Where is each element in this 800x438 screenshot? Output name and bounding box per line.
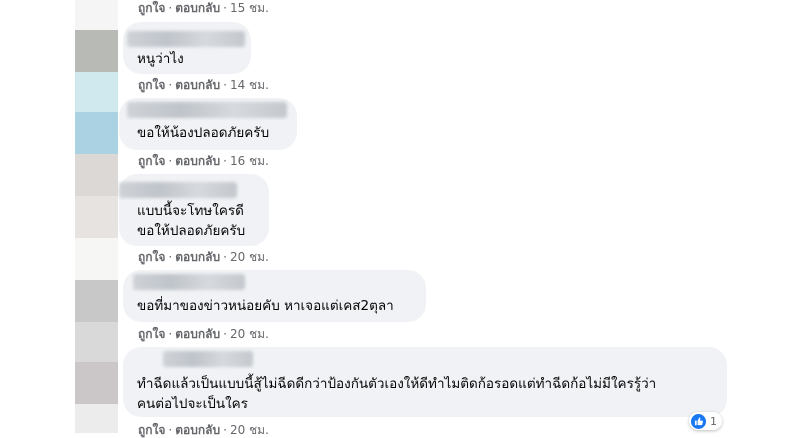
comment-text: ขอให้ปลอดภัยครับ <box>137 223 246 239</box>
reply-link[interactable]: ตอบกลับ <box>175 250 220 264</box>
comment-time[interactable]: 20 ชม. <box>230 250 269 264</box>
comment-time[interactable]: 20 ชม. <box>230 423 269 437</box>
like-link[interactable]: ถูกใจ <box>138 250 165 264</box>
commenter-name[interactable] <box>133 274 245 290</box>
comment-meta: ถูกใจ · ตอบกลับ · 14 ชม. <box>138 78 269 92</box>
avatar-column <box>75 0 118 433</box>
commenter-name[interactable] <box>127 102 287 118</box>
comment-bubble: ทำฉีดแล้วเป็นแบบนี้สู้ไม่ฉีดดีกว่าป้องกั… <box>123 347 727 417</box>
comment-bubble: แบบนี้จะโทษใครดี ขอให้ปลอดภัยครับ <box>119 174 269 246</box>
comment-text: แบบนี้จะโทษใครดี <box>137 203 244 219</box>
reply-link[interactable]: ตอบกลับ <box>175 423 220 437</box>
comment-time[interactable]: 20 ชม. <box>230 327 269 341</box>
comment-text: ขอที่มาของข่าวหน่อยคับ หาเจอแต่เคส2ตุลา <box>137 298 394 314</box>
comment-meta: ถูกใจ · ตอบกลับ · 16 ชม. <box>138 154 269 168</box>
like-link[interactable]: ถูกใจ <box>138 78 165 92</box>
comment-meta: ถูกใจ · ตอบกลับ · 20 ชม. <box>138 423 269 437</box>
commenter-name[interactable] <box>127 31 245 47</box>
comment-meta: ถูกใจ · ตอบกลับ · 20 ชม. <box>138 327 269 341</box>
comment-text: ทำฉีดแล้วเป็นแบบนี้สู้ไม่ฉีดดีกว่าป้องกั… <box>137 376 657 392</box>
reply-link[interactable]: ตอบกลับ <box>175 327 220 341</box>
comment-time[interactable]: 16 ชม. <box>230 154 269 168</box>
comment-time[interactable]: 15 ชม. <box>230 1 269 15</box>
reaction-count: 1 <box>710 414 717 428</box>
reply-link[interactable]: ตอบกลับ <box>175 78 220 92</box>
comment-time[interactable]: 14 ชม. <box>230 78 269 92</box>
comment-bubble: ขอที่มาของข่าวหน่อยคับ หาเจอแต่เคส2ตุลา <box>123 270 426 322</box>
like-link[interactable]: ถูกใจ <box>138 1 165 15</box>
comment-bubble: ขอให้น้องปลอดภัยครับ <box>119 98 297 150</box>
comment-text: คนต่อไปจะเป็นใคร <box>137 396 248 412</box>
comment-meta: ถูกใจ · ตอบกลับ · 20 ชม. <box>138 250 269 264</box>
like-link[interactable]: ถูกใจ <box>138 327 165 341</box>
comment-text: หนูว่าไง <box>137 51 184 67</box>
comment-meta: ถูกใจ · ตอบกลับ · 15 ชม. <box>138 1 269 15</box>
reply-link[interactable]: ตอบกลับ <box>175 154 220 168</box>
reply-link[interactable]: ตอบกลับ <box>175 1 220 15</box>
comment-text: ขอให้น้องปลอดภัยครับ <box>137 125 270 141</box>
like-link[interactable]: ถูกใจ <box>138 154 165 168</box>
comment-bubble: หนูว่าไง <box>123 22 251 74</box>
commenter-name[interactable] <box>119 182 237 198</box>
reaction-badge[interactable]: 1 <box>689 412 722 430</box>
commenter-name[interactable] <box>163 351 253 367</box>
like-link[interactable]: ถูกใจ <box>138 423 165 437</box>
thumbs-up-icon <box>691 413 706 429</box>
